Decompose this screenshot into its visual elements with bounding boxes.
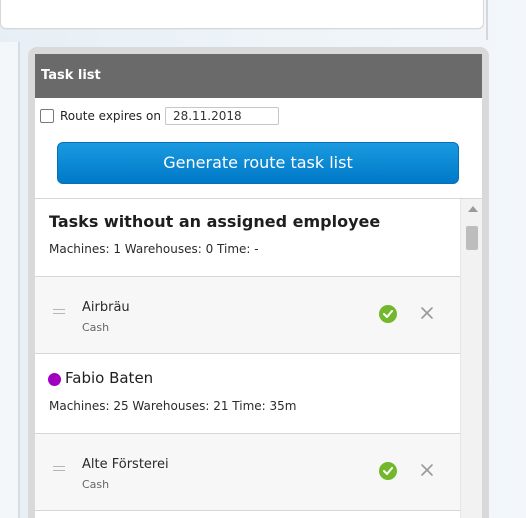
close-icon[interactable] xyxy=(417,460,437,480)
right-divider xyxy=(486,0,488,40)
task-list-panel: Task list Route expires on Generate rout… xyxy=(35,54,482,518)
chevron-up-icon[interactable] xyxy=(468,206,478,212)
route-expiry-date-input[interactable] xyxy=(164,107,279,125)
generate-route-task-list-button[interactable]: Generate route task list xyxy=(57,142,459,184)
route-expiry-label: Route expires on xyxy=(60,109,161,123)
route-expiry-row: Route expires on xyxy=(40,106,279,126)
employee-name: Fabio Baten xyxy=(65,369,154,387)
left-pane xyxy=(0,42,20,518)
unassigned-group[interactable]: Tasks without an assigned employee Machi… xyxy=(35,199,460,277)
panel-title: Task list xyxy=(35,54,482,98)
route-expiry-checkbox[interactable] xyxy=(40,109,54,123)
scrollbar-thumb[interactable] xyxy=(466,226,478,250)
top-card xyxy=(0,0,484,29)
employee-color-dot xyxy=(48,373,61,386)
task-name: Alte Försterei xyxy=(82,457,169,472)
task-list-scrollbar[interactable] xyxy=(460,199,482,518)
unassigned-group-summary: Machines: 1 Warehouses: 0 Time: - xyxy=(49,242,259,256)
task-subtitle: Cash xyxy=(82,321,110,334)
task-name: Airbräu xyxy=(82,300,130,315)
drag-handle-icon[interactable] xyxy=(53,466,65,471)
drag-handle-icon[interactable] xyxy=(53,309,65,314)
check-icon[interactable] xyxy=(379,462,397,480)
close-icon[interactable] xyxy=(417,303,437,323)
employee-summary: Machines: 25 Warehouses: 21 Time: 35m xyxy=(49,399,297,413)
task-item-airbrau[interactable]: Airbräu Cash xyxy=(35,277,460,354)
unassigned-group-title: Tasks without an assigned employee xyxy=(49,212,381,231)
task-item-alte-forsterei[interactable]: Alte Försterei Cash xyxy=(35,434,460,511)
check-icon[interactable] xyxy=(379,305,397,323)
task-subtitle: Cash xyxy=(82,478,110,491)
task-list: Tasks without an assigned employee Machi… xyxy=(35,198,482,518)
employee-group-fabio-baten[interactable]: Fabio Baten Machines: 25 Warehouses: 21 … xyxy=(35,354,460,434)
